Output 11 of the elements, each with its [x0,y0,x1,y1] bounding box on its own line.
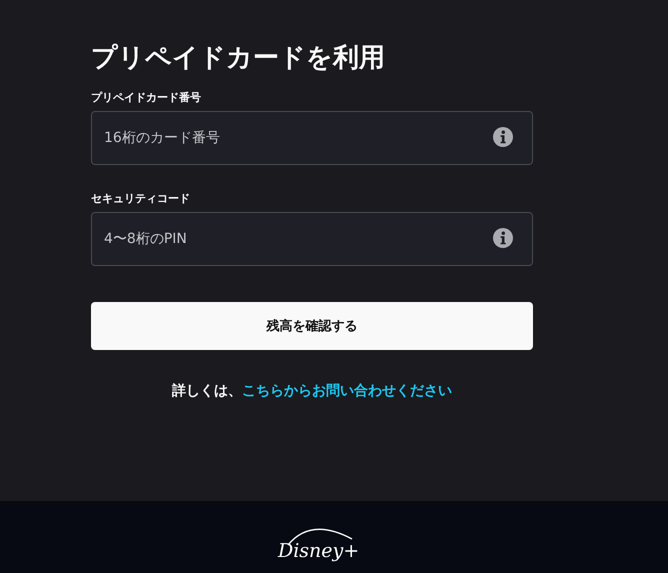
info-icon[interactable] [493,228,513,248]
logo[interactable]: Disney+ [266,515,366,565]
field-label: セキュリティコード [91,191,191,206]
help-text: 詳しくは、こちらからお問い合わせください [170,382,453,400]
input-field[interactable]: 16桁のカード番号 [91,111,533,165]
page-title: プリペイドカードを利用 [91,42,386,75]
field-label: プリペイドカード番号 [91,90,202,105]
check-balance-button[interactable]: 残高を確認する [91,302,533,350]
info-icon[interactable] [493,127,513,147]
contact-link[interactable]: こちらからお問い合わせください [242,383,452,399]
input-field[interactable]: 4〜8桁のPIN [91,212,533,266]
